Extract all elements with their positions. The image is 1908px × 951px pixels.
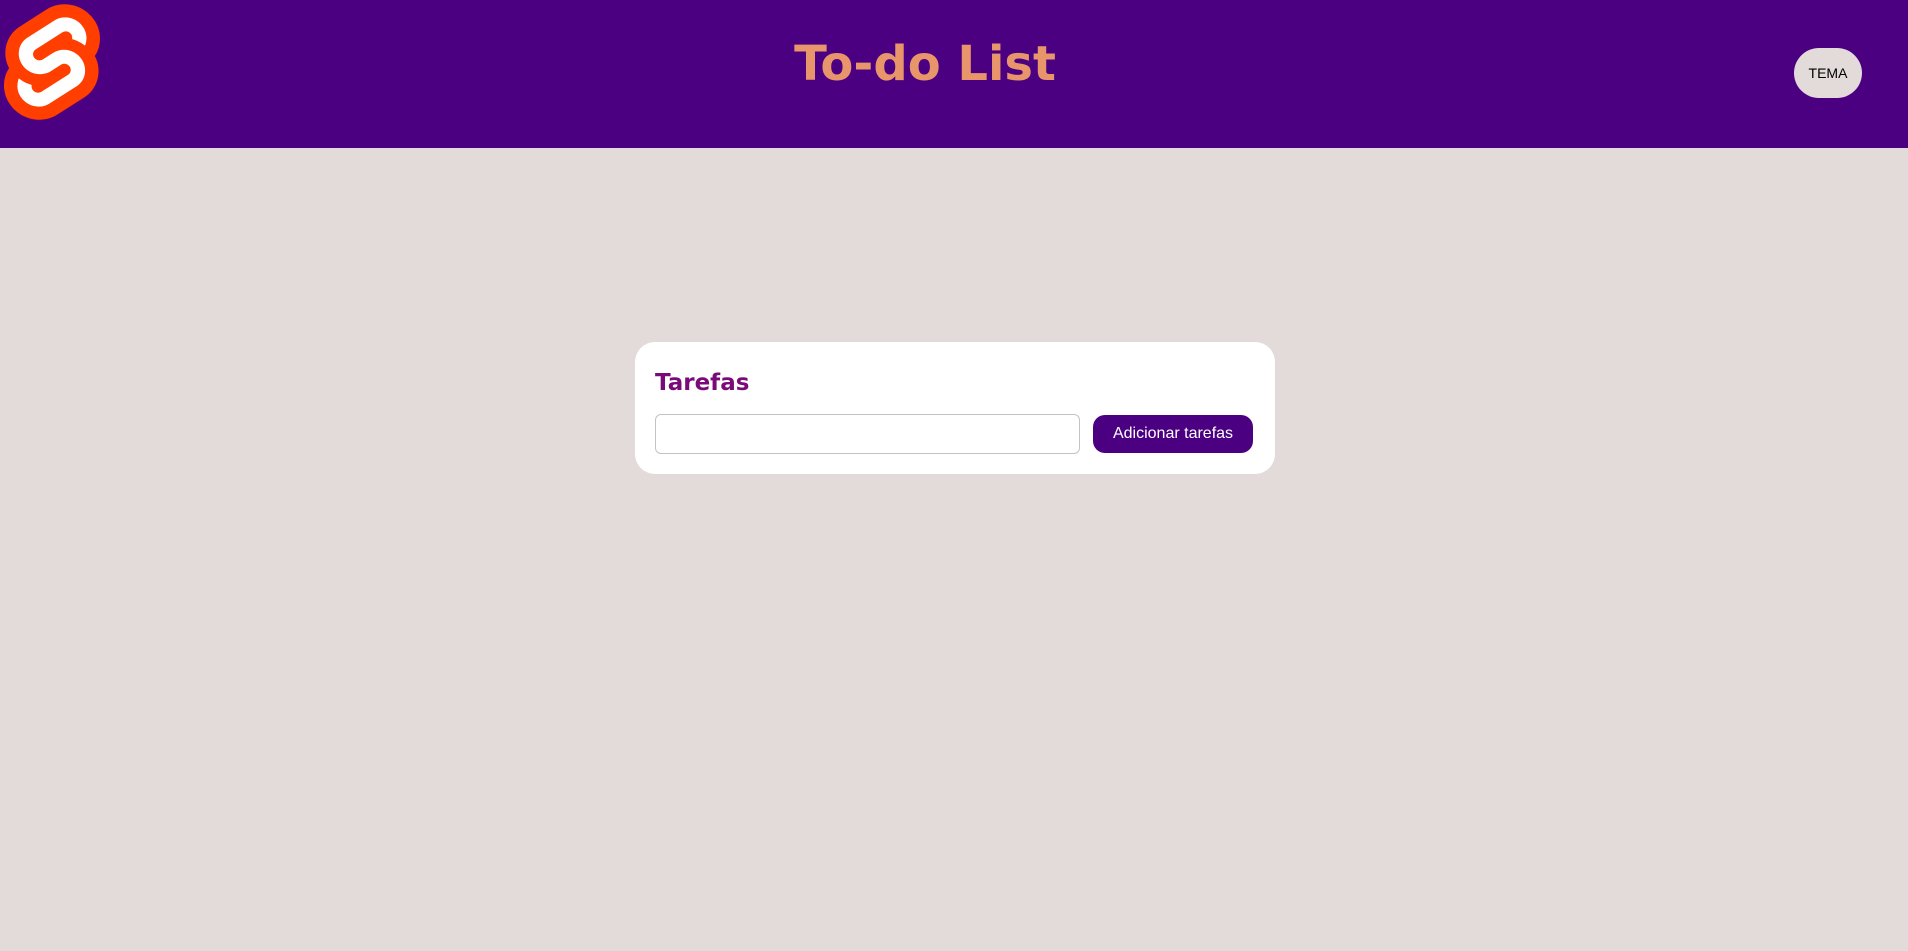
tasks-title: Tarefas	[655, 370, 750, 396]
add-task-button[interactable]: Adicionar tarefas	[1093, 415, 1253, 453]
new-task-input[interactable]	[655, 414, 1080, 454]
theme-toggle-button[interactable]: TEMA	[1794, 48, 1862, 98]
page-title: To-do List	[794, 36, 1056, 92]
tasks-card: Tarefas Adicionar tarefas	[635, 342, 1275, 474]
top-header: To-do List TEMA	[0, 0, 1908, 148]
